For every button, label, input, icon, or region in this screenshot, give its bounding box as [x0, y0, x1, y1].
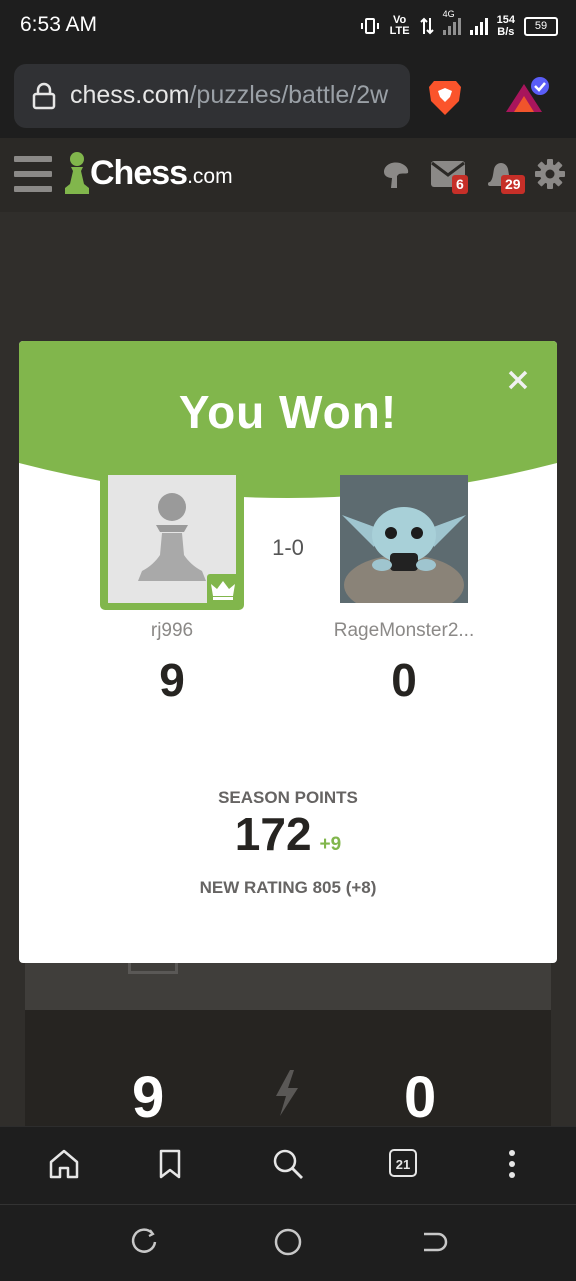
url-path: /puzzles/battle/2w [189, 81, 389, 109]
brave-rewards-icon[interactable] [504, 76, 552, 116]
bookmark-icon[interactable] [152, 1146, 188, 1182]
back-icon[interactable] [418, 1227, 448, 1257]
settings-gear-icon[interactable] [534, 158, 566, 190]
battery-icon: 59 [524, 16, 558, 36]
close-icon[interactable] [507, 369, 529, 391]
crown-icon [211, 581, 235, 600]
logo-suffix: .com [187, 165, 233, 188]
new-rating: NEW RATING 805 (+8) [199, 878, 377, 897]
home-nav-icon[interactable] [273, 1227, 303, 1257]
brave-shields-icon[interactable] [426, 77, 464, 117]
messages-badge: 6 [452, 175, 468, 194]
signal-icon [442, 17, 461, 35]
signal-icon-2 [469, 17, 488, 35]
recent-apps-icon[interactable] [130, 1227, 160, 1257]
net-speed: 154 [496, 14, 515, 26]
opponent-avatar[interactable] [340, 475, 468, 603]
opponent-photo [340, 475, 468, 603]
lock-icon [32, 82, 56, 110]
season-points-delta: +9 [319, 834, 342, 855]
modal-title: You Won! [178, 386, 398, 438]
data-arrows-icon [419, 17, 434, 35]
home-icon[interactable] [46, 1146, 82, 1182]
url-domain: chess.com [70, 81, 190, 109]
vibrate-icon [360, 18, 379, 34]
opponent-score: 0 [391, 654, 417, 706]
hamburger-menu-icon[interactable] [14, 156, 52, 192]
player-score: 9 [159, 654, 185, 706]
net-speed-unit: B/s [497, 26, 515, 38]
result-modal: You Won! 1-0 rj996 RageMonster2... 9 0 S… [19, 341, 557, 963]
chess-com-logo[interactable]: Chess .com [64, 148, 233, 198]
opponent-name[interactable]: RageMonster2... [304, 620, 504, 642]
season-points-row: 172 +9 [19, 807, 557, 861]
logo-text: Chess [90, 153, 188, 192]
pawn-logo-icon [65, 152, 89, 194]
url-text[interactable]: chess.com/puzzles/battle/2w [70, 81, 408, 110]
player-name[interactable]: rj996 [72, 620, 272, 642]
battle-right-score: 0 [404, 1065, 437, 1130]
season-points-label: SEASON POINTS [218, 788, 358, 807]
volte-label: Vo LTE [389, 14, 410, 37]
winner-crown-badge [207, 574, 239, 604]
tabs-count-button[interactable]: 21 [389, 1149, 417, 1177]
match-result: 1-0 [272, 535, 304, 560]
background-panel [25, 962, 551, 1010]
status-icons: Vo LTE 4G 154 B/s 59 [360, 9, 558, 40]
puzzle-icon[interactable] [378, 158, 412, 190]
more-menu-icon[interactable] [494, 1146, 530, 1182]
status-time: 6:53 AM [20, 13, 98, 36]
battle-left-score: 9 [132, 1065, 165, 1130]
network-label: 4G [442, 9, 455, 19]
season-points-value: 172 [234, 808, 312, 860]
notifications-badge: 29 [501, 175, 525, 194]
search-icon[interactable] [270, 1146, 306, 1182]
lightning-icon [276, 1070, 298, 1116]
